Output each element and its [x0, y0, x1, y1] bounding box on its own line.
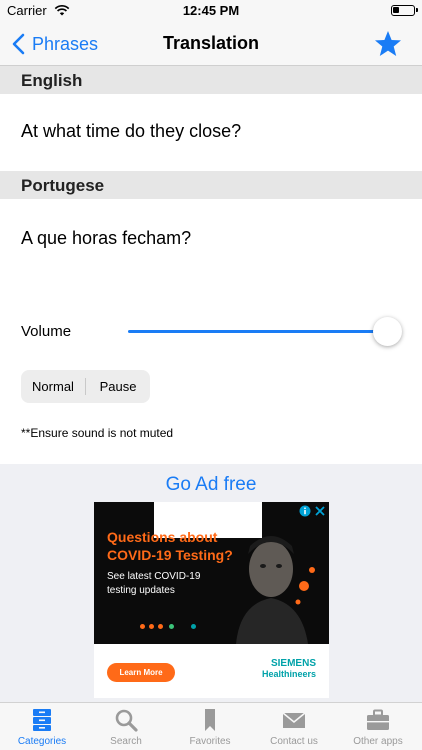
tab-categories[interactable]: Categories: [0, 703, 84, 750]
target-phrase: A que horas fecham?: [21, 228, 192, 248]
tab-other-apps[interactable]: Other apps: [336, 703, 420, 750]
mail-icon: [282, 712, 306, 728]
page-title: Translation: [162, 33, 260, 53]
go-ad-free-link[interactable]: Go Ad free: [0, 474, 422, 496]
tab-categories-label: Categories: [17, 736, 67, 747]
ad-brand-line1: SIEMENS: [270, 658, 316, 669]
source-phrase: At what time do they close?: [21, 121, 242, 141]
search-icon: [115, 709, 138, 732]
ad-subtext: See latest COVID-19 testing updates: [107, 571, 201, 596]
ad-brand: SIEMENS Healthineers: [234, 658, 316, 680]
tab-favorites[interactable]: Favorites: [168, 703, 252, 750]
ad-info-icon[interactable]: [299, 505, 311, 517]
source-language-label: English: [21, 71, 83, 90]
categories-icon: [33, 709, 51, 731]
sound-note: **Ensure sound is not muted: [21, 426, 174, 440]
volume-slider-track[interactable]: [128, 330, 389, 333]
ad-brand-line2: Healthineers: [261, 669, 316, 679]
tab-contact-us[interactable]: Contact us: [252, 703, 336, 750]
normal-segment[interactable]: Normal: [21, 370, 85, 403]
ad-footer: Learn More SIEMENS Healthineers: [94, 644, 329, 698]
tab-search[interactable]: Search: [84, 703, 168, 750]
learn-more-button[interactable]: Learn More: [107, 663, 175, 682]
tab-other-apps-label: Other apps: [353, 736, 403, 747]
ad-banner[interactable]: Questions about COVID-19 Testing? See la…: [94, 502, 329, 698]
ad-close-icon[interactable]: [314, 505, 326, 517]
status-time: 12:45 PM: [182, 3, 240, 18]
bookmark-icon: [205, 709, 215, 731]
volume-slider-thumb[interactable]: [373, 317, 402, 346]
tab-contact-us-label: Contact us: [270, 736, 318, 747]
pause-segment[interactable]: Pause: [86, 370, 150, 403]
target-language-header: Portugese: [0, 171, 422, 199]
source-language-header: English: [0, 66, 422, 94]
target-language-label: Portugese: [21, 176, 105, 195]
volume-label: Volume: [21, 323, 72, 340]
ad-headline: Questions about COVID-19 Testing?: [107, 529, 233, 563]
battery-icon: [391, 5, 418, 16]
playback-mode-control: Normal Pause: [21, 370, 150, 403]
navigation-bar: Phrases Translation: [0, 22, 422, 66]
briefcase-icon: [367, 709, 389, 730]
tab-bar: Categories Search Favorites Contact us O…: [0, 702, 422, 750]
tab-favorites-label: Favorites: [189, 736, 231, 747]
status-bar: Carrier 12:45 PM: [0, 0, 422, 22]
star-icon[interactable]: [373, 29, 403, 59]
tab-search-label: Search: [110, 736, 142, 747]
